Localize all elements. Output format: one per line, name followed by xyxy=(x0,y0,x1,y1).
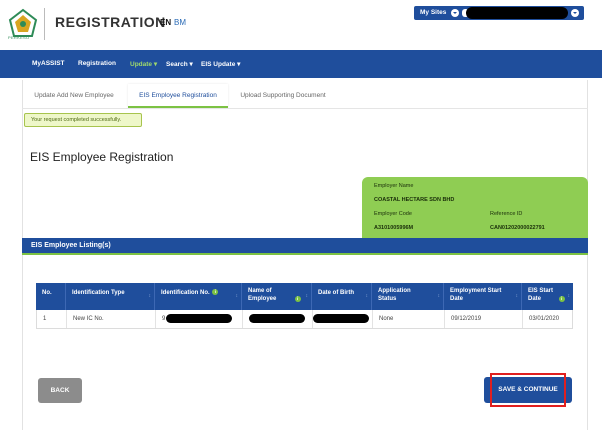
table-row[interactable]: 1 New IC No. 9 None 09/12/2019 03/01/202… xyxy=(36,310,573,329)
col-header-label: Application Status xyxy=(378,288,411,303)
tab-upload-supporting-document[interactable]: Upload Supporting Document xyxy=(230,84,336,108)
cell-no: 1 xyxy=(37,310,67,328)
tab-eis-employee-registration[interactable]: EIS Employee Registration xyxy=(128,84,228,108)
cell-identification-no: 9 xyxy=(156,310,243,328)
col-header-employment-start-date[interactable]: Employment Start Date ↕ xyxy=(444,283,522,310)
nav-update[interactable]: Update ▾ xyxy=(130,60,157,68)
info-icon[interactable]: i xyxy=(212,289,219,296)
reference-id-value: CAN01202000022791 xyxy=(490,225,545,231)
cell-date-of-birth xyxy=(313,310,373,328)
tabs-divider xyxy=(22,108,588,109)
main-navbar: MyASSIST Registration Update ▾ Search ▾ … xyxy=(0,50,602,78)
nav-eis-update[interactable]: EIS Update ▾ xyxy=(201,60,240,68)
cell-name-of-employee xyxy=(243,310,313,328)
col-header-date-of-birth[interactable]: Date of Birth ↕ xyxy=(312,283,372,310)
dob-redacted xyxy=(313,314,369,323)
lang-bm-link[interactable]: BM xyxy=(174,18,186,27)
col-header-identification-type[interactable]: Identification Type ↕ xyxy=(66,283,155,310)
tab-update-add-new-employee[interactable]: Update Add New Employee xyxy=(22,84,126,108)
employer-code-label: Employer Code xyxy=(374,211,412,217)
sort-icon[interactable]: ↕ xyxy=(366,293,369,300)
sort-icon[interactable]: ↕ xyxy=(568,293,571,300)
info-icon[interactable]: i xyxy=(294,295,301,302)
col-header-label: Identification Type xyxy=(72,290,125,296)
table-header: No. Identification Type ↕ Identification… xyxy=(36,283,573,310)
tab-label: Update Add New Employee xyxy=(34,92,114,99)
col-header-name-of-employee[interactable]: Name of Employee i ↕ xyxy=(242,283,312,310)
id-no-redacted xyxy=(166,314,232,323)
app-title: REGISTRATION xyxy=(55,14,166,30)
logo-text: PERKESO xyxy=(8,35,30,40)
col-header-label: EIS Start Date xyxy=(528,288,554,303)
id-no-prefix: 9 xyxy=(162,316,166,322)
my-sites-label: My Sites xyxy=(420,9,447,16)
col-header-label: Date of Birth xyxy=(318,290,354,296)
header: PERKESO REGISTRATION EN BM My Sites xyxy=(0,0,602,50)
nav-registration[interactable]: Registration xyxy=(78,60,116,67)
col-header-label: Employment Start Date xyxy=(450,288,502,303)
col-header-label: Identification No. xyxy=(161,290,210,296)
employer-name-label: Employer Name xyxy=(374,183,414,189)
col-header-label: No. xyxy=(42,290,52,296)
my-sites-bar[interactable]: My Sites xyxy=(414,6,584,20)
cell-identification-type: New IC No. xyxy=(67,310,156,328)
cell-eis-start-date: 03/01/2020 xyxy=(529,316,560,322)
page-title: EIS Employee Registration xyxy=(30,150,174,164)
col-header-no[interactable]: No. xyxy=(36,283,66,310)
my-sites-dropdown-icon[interactable] xyxy=(451,9,459,17)
sort-icon[interactable]: ↕ xyxy=(438,293,441,300)
nav-myassist[interactable]: MyASSIST xyxy=(32,60,65,67)
tab-label: Upload Supporting Document xyxy=(240,92,326,99)
employer-name-value: COASTAL HECTARE SDN BHD xyxy=(374,197,455,203)
user-name-redacted xyxy=(466,7,568,19)
col-header-eis-start-date[interactable]: EIS Start Date i ↕ xyxy=(522,283,573,310)
col-header-application-status[interactable]: Application Status ↕ xyxy=(372,283,444,310)
employer-info-box: Employer Name COASTAL HECTARE SDN BHD Em… xyxy=(362,177,588,242)
col-header-label: Name of Employee xyxy=(248,288,277,303)
sort-icon[interactable]: ↕ xyxy=(149,293,152,300)
header-divider xyxy=(44,8,45,40)
info-icon[interactable]: i xyxy=(558,295,565,302)
reference-id-label: Reference ID xyxy=(490,211,523,217)
back-button[interactable]: BACK xyxy=(38,378,82,403)
success-alert: Your request completed successfully. xyxy=(24,113,142,127)
nav-search[interactable]: Search ▾ xyxy=(166,60,193,68)
name-redacted xyxy=(249,314,305,323)
sort-icon[interactable]: ↕ xyxy=(306,293,309,300)
sort-icon[interactable]: ↕ xyxy=(516,293,519,300)
cell-employment-start-date: 09/12/2019 xyxy=(445,310,523,328)
sort-icon[interactable]: ↕ xyxy=(236,293,239,300)
user-dropdown-icon[interactable] xyxy=(571,9,579,17)
cell-application-status: None xyxy=(373,310,445,328)
lang-en-link[interactable]: EN xyxy=(160,18,171,27)
col-header-identification-no[interactable]: Identification No. i ↕ xyxy=(155,283,242,310)
listing-section-header: EIS Employee Listing(s) xyxy=(22,238,588,255)
listing-title: EIS Employee Listing(s) xyxy=(31,242,111,249)
tab-label: EIS Employee Registration xyxy=(139,92,217,99)
employer-code-value: A3101005996M xyxy=(374,225,414,231)
save-and-continue-button[interactable]: SAVE & CONTINUE xyxy=(484,377,572,403)
